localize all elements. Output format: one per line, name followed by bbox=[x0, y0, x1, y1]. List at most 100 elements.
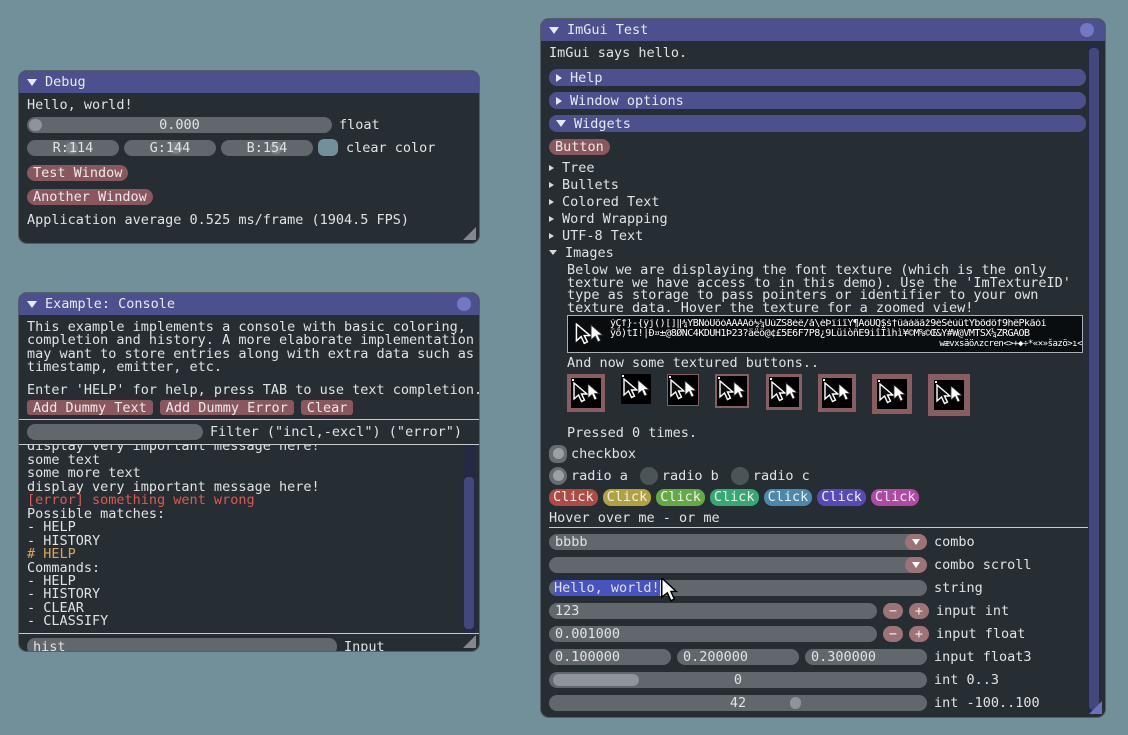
console-titlebar[interactable]: Example: Console bbox=[19, 293, 479, 315]
click-button-1[interactable]: Click bbox=[549, 489, 598, 506]
window-scrollbar[interactable] bbox=[1088, 43, 1100, 713]
tree-node-bullets[interactable]: Bullets bbox=[549, 176, 1086, 193]
drag-blue[interactable]: B:154 bbox=[221, 140, 313, 156]
float-slider-label: float bbox=[339, 117, 380, 133]
textured-button-4[interactable] bbox=[715, 374, 749, 408]
textured-button-7[interactable] bbox=[872, 374, 912, 414]
textured-button-5[interactable] bbox=[766, 374, 802, 410]
click-button-2[interactable]: Click bbox=[603, 489, 652, 506]
images-desc-line: texture data. Hover the texture for a zo… bbox=[567, 302, 1086, 315]
radio-b[interactable] bbox=[640, 467, 658, 485]
checkbox[interactable] bbox=[549, 445, 567, 463]
radio-a-label: radio a bbox=[571, 468, 628, 484]
textured-button-3[interactable] bbox=[667, 374, 699, 406]
test-window-button[interactable]: Test Window bbox=[27, 165, 128, 181]
intro-line: timestamp, emitter, etc. bbox=[27, 361, 471, 374]
float3-input-x[interactable]: 0.100000 bbox=[549, 649, 671, 665]
help-hint-text: Enter 'HELP' for help, press TAB to use … bbox=[27, 384, 471, 397]
click-button-5[interactable]: Click bbox=[764, 489, 813, 506]
chevron-right-icon bbox=[549, 216, 554, 222]
drag-red-value: R:114 bbox=[27, 140, 119, 156]
combo-arrow-button[interactable] bbox=[905, 534, 927, 550]
click-button-7[interactable]: Click bbox=[871, 489, 920, 506]
textured-button-2[interactable] bbox=[621, 374, 651, 404]
drag-green[interactable]: G:144 bbox=[124, 140, 216, 156]
log-line: - HISTORY bbox=[27, 535, 479, 548]
hover-over-me-text[interactable]: Hover over me - or me bbox=[549, 512, 1086, 525]
cursor-icon bbox=[622, 378, 650, 399]
tree-node-utf8-text[interactable]: UTF-8 Text bbox=[549, 227, 1086, 244]
clear-button[interactable]: Clear bbox=[301, 400, 354, 415]
window-title: Debug bbox=[45, 74, 86, 90]
header-help[interactable]: Help bbox=[549, 69, 1086, 86]
add-dummy-error-button[interactable]: Add Dummy Error bbox=[160, 400, 294, 415]
float-input[interactable]: 0.001000 bbox=[549, 626, 877, 642]
int-slider-0-3[interactable]: 0 bbox=[549, 672, 927, 688]
tree-node-label: Colored Text bbox=[562, 194, 660, 210]
tree-node-colored-text[interactable]: Colored Text bbox=[549, 193, 1086, 210]
command-input-value: hist bbox=[27, 639, 66, 652]
float3-input-z[interactable]: 0.300000 bbox=[805, 649, 927, 665]
string-input[interactable]: Hello, world! bbox=[549, 580, 927, 596]
plus-button[interactable]: + bbox=[909, 626, 929, 642]
float3-input-y[interactable]: 0.200000 bbox=[677, 649, 799, 665]
tree-node-images[interactable]: Images bbox=[549, 244, 1086, 261]
resize-grip[interactable] bbox=[463, 635, 476, 648]
string-input-label: string bbox=[934, 580, 983, 596]
cursor-icon bbox=[823, 382, 851, 403]
radio-c[interactable] bbox=[731, 467, 749, 485]
texture-glyph-row: ÿõ)tI!|Ð¤±@8ØNC4KDUH1Þ23?äëö@¢£5E6F7P8¿9… bbox=[610, 329, 1082, 339]
textured-button-1[interactable] bbox=[567, 374, 605, 412]
close-icon[interactable] bbox=[457, 297, 471, 311]
pressed-count-text: Pressed 0 times. bbox=[567, 427, 1086, 440]
combo-scroll-box[interactable] bbox=[549, 557, 927, 573]
imgui-hello-text: ImGui says hello. bbox=[549, 47, 1086, 60]
click-button-4[interactable]: Click bbox=[710, 489, 759, 506]
resize-grip[interactable] bbox=[1089, 701, 1102, 714]
header-widgets[interactable]: Widgets bbox=[549, 115, 1086, 132]
drag-red[interactable]: R:114 bbox=[27, 140, 119, 156]
combo-box[interactable]: bbbb bbox=[549, 534, 927, 550]
collapse-arrow-icon[interactable] bbox=[549, 27, 559, 34]
filter-input[interactable] bbox=[27, 424, 203, 440]
tree-node-tree[interactable]: Tree bbox=[549, 159, 1086, 176]
radio-b-label: radio b bbox=[662, 468, 719, 484]
float-slider[interactable]: 0.000 bbox=[27, 117, 332, 133]
minus-button[interactable]: − bbox=[883, 603, 903, 619]
click-button-3[interactable]: Click bbox=[656, 489, 705, 506]
tree-node-word-wrapping[interactable]: Word Wrapping bbox=[549, 210, 1086, 227]
window-scrollbar-thumb[interactable] bbox=[1089, 48, 1099, 710]
combo-arrow-button[interactable] bbox=[905, 557, 927, 573]
click-button-6[interactable]: Click bbox=[817, 489, 866, 506]
command-input[interactable]: hist bbox=[27, 638, 337, 652]
log-line: - CLASSIFY bbox=[27, 615, 479, 628]
close-icon[interactable] bbox=[1080, 23, 1094, 37]
color-swatch[interactable] bbox=[318, 139, 338, 156]
collapse-arrow-icon[interactable] bbox=[27, 79, 37, 86]
add-dummy-text-button[interactable]: Add Dummy Text bbox=[27, 400, 153, 415]
int-slider-neg100-100[interactable]: 42 bbox=[549, 695, 927, 711]
int-input[interactable]: 123 bbox=[549, 603, 877, 619]
header-window-options[interactable]: Window options bbox=[549, 92, 1086, 109]
chevron-down-icon bbox=[549, 250, 557, 255]
radio-a[interactable] bbox=[549, 467, 567, 485]
cursor-glyphs-icon bbox=[572, 323, 606, 345]
another-window-button[interactable]: Another Window bbox=[27, 189, 153, 205]
resize-grip[interactable] bbox=[463, 227, 476, 240]
collapse-arrow-icon[interactable] bbox=[27, 301, 37, 308]
button-widget[interactable]: Button bbox=[549, 139, 610, 155]
debug-titlebar[interactable]: Debug bbox=[19, 71, 479, 93]
minus-button[interactable]: − bbox=[883, 626, 903, 642]
float3-z-value: 0.300000 bbox=[805, 649, 876, 665]
log-scrollbar[interactable] bbox=[463, 445, 475, 633]
log-scrollbar-thumb[interactable] bbox=[464, 477, 474, 629]
textured-button-6[interactable] bbox=[818, 374, 856, 412]
font-texture-image[interactable]: ýÇf}-{ÿj()[]‖¾ÝBÑòÙõóÃÂÀÄô½¼ÙúŽŠ8éê/å\èÞ… bbox=[567, 315, 1083, 353]
hello-world-text: Hello, world! bbox=[27, 99, 471, 112]
console-log-region[interactable]: display very important message here! som… bbox=[19, 445, 479, 633]
textured-button-8[interactable] bbox=[928, 374, 970, 416]
window-title: Example: Console bbox=[45, 296, 175, 312]
plus-button[interactable]: + bbox=[909, 603, 929, 619]
int-slider-label: int 0..3 bbox=[934, 672, 999, 688]
imgui-titlebar[interactable]: ImGui Test bbox=[541, 19, 1105, 41]
